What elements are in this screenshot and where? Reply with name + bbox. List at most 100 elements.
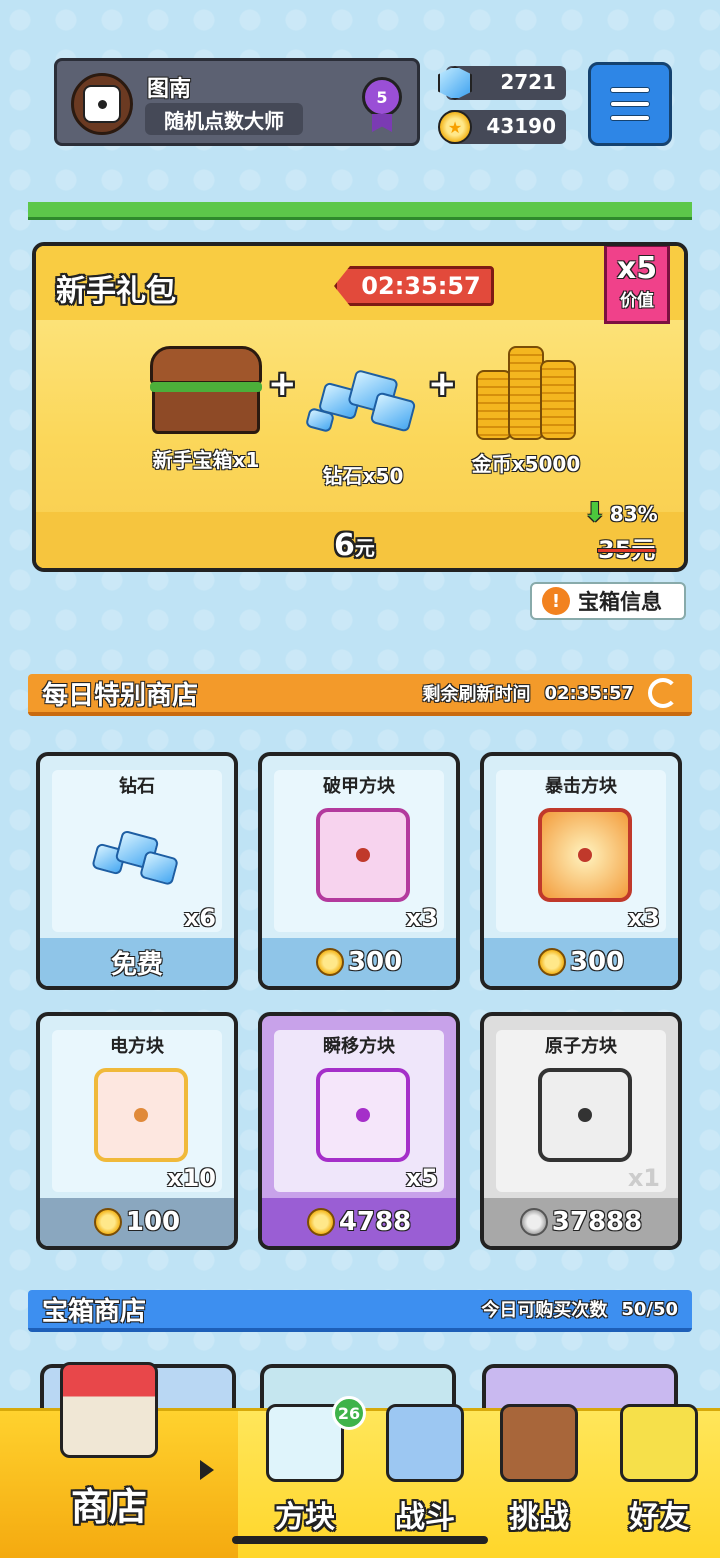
section-title: 宝箱商店 — [42, 1296, 147, 1327]
card-qty: x3 — [405, 904, 438, 932]
notification-badge: 26 — [332, 1396, 366, 1430]
pack-price[interactable]: 6元 — [334, 528, 375, 563]
shop-icon — [60, 1362, 158, 1458]
price-value: 6 — [334, 528, 355, 563]
chest-info-button[interactable]: ! 宝箱信息 — [530, 582, 686, 620]
value-badge: x5 价值 — [604, 246, 670, 324]
purchases-label: 今日可购买次数 — [481, 1300, 608, 1321]
player-avatar — [71, 73, 133, 135]
card-name: 原子方块 — [545, 1036, 617, 1057]
shop-card-electric[interactable]: 电方块 x10 100 — [36, 1012, 238, 1250]
card-qty: x1 — [627, 1164, 660, 1192]
pack-item-label: 新手宝箱x1 — [152, 448, 260, 472]
pack-timer: 02:35:57 — [334, 266, 494, 306]
value-label: 价值 — [620, 291, 654, 311]
nav-challenge[interactable]: 挑战 — [500, 1404, 578, 1536]
coin-icon — [306, 1208, 335, 1236]
card-name: 钻石 — [119, 776, 155, 797]
coin-icon — [537, 948, 566, 976]
card-name: 暴击方块 — [545, 776, 617, 797]
section-title: 每日特别商店 — [42, 680, 199, 711]
rank-badge: 5 — [362, 77, 402, 117]
card-name: 电方块 — [110, 1036, 164, 1057]
price-value: 100 — [125, 1207, 181, 1237]
shop-card-teleport[interactable]: 瞬移方块 x5 4788 — [258, 1012, 460, 1250]
card-price: 300 — [484, 938, 678, 986]
nav-battle[interactable]: 战斗 — [386, 1404, 464, 1536]
shop-card-gems[interactable]: 钻石 x6 免费 — [36, 752, 238, 990]
price-value: 300 — [569, 947, 625, 977]
pack-item-label: 钻石x50 — [322, 464, 404, 488]
pack-item-coins: 金币x5000 — [456, 340, 596, 477]
value-multiplier: x5 — [616, 251, 658, 286]
shop-card-atom[interactable]: 原子方块 x1 37888 — [480, 1012, 682, 1250]
arrow-down-icon: ⬇ — [584, 498, 606, 528]
coins-icon — [466, 340, 586, 444]
shop-card-armor-break[interactable]: 破甲方块 x3 300 — [258, 752, 460, 990]
menu-button[interactable] — [588, 62, 672, 146]
shop-card-critical[interactable]: 暴击方块 x3 300 — [480, 752, 682, 990]
pack-item-chest: 新手宝箱x1 — [136, 338, 276, 473]
card-price: 37888 — [484, 1198, 678, 1246]
discount-value: 83% — [609, 502, 658, 526]
teleport-block-icon — [316, 1068, 410, 1162]
price-value: 300 — [347, 947, 403, 977]
chest-info-label: 宝箱信息 — [578, 590, 662, 614]
card-price: 300 — [262, 938, 456, 986]
dice-icon — [83, 85, 121, 123]
nav-label: 商店 — [70, 1485, 147, 1529]
card-price: 100 — [40, 1198, 234, 1246]
nav-label: 方块 — [275, 1500, 335, 1535]
home-indicator[interactable] — [232, 1536, 488, 1544]
nav-blocks[interactable]: 方块 — [266, 1404, 344, 1536]
daily-shop-header: 每日特别商店 剩余刷新时间 02:35:57 — [28, 674, 692, 716]
old-price: 35元 — [598, 536, 656, 564]
challenge-icon — [500, 1404, 578, 1482]
refresh-label: 剩余刷新时间 — [422, 684, 531, 705]
chest-icon — [146, 338, 266, 438]
nav-shop[interactable]: 商店 — [60, 1362, 158, 1531]
pack-title: 新手礼包 — [56, 274, 176, 309]
banner-strip — [28, 202, 692, 220]
battle-icon — [386, 1404, 464, 1482]
nav-label: 好友 — [629, 1500, 689, 1535]
chevron-right-icon — [200, 1460, 214, 1480]
card-qty: x5 — [405, 1164, 438, 1192]
chest-shop-header: 宝箱商店 今日可购买次数 50/50 — [28, 1290, 692, 1332]
silver-coin-icon — [519, 1208, 548, 1236]
discount-label: ⬇ 83% — [584, 498, 658, 528]
critical-block-icon — [538, 808, 632, 902]
plus-icon: + — [268, 364, 297, 404]
atom-block-icon — [538, 1068, 632, 1162]
player-title: 随机点数大师 — [145, 103, 303, 135]
plus-icon: + — [428, 364, 457, 404]
coin-icon: ★ — [438, 110, 472, 144]
card-name: 破甲方块 — [323, 776, 395, 797]
price-value: 免费 — [110, 949, 163, 980]
starter-pack-card[interactable]: 新手礼包 02:35:57 x5 价值 新手宝箱x1 + 钻石x50 + 金币x… — [32, 242, 688, 572]
gems-icon — [303, 356, 423, 446]
purchases-value: 50/50 — [621, 1298, 678, 1320]
pack-item-gems: 钻石x50 — [298, 356, 428, 489]
friends-icon — [620, 1404, 698, 1482]
card-qty: x3 — [627, 904, 660, 932]
card-price: 免费 — [40, 938, 234, 986]
info-icon: ! — [542, 587, 570, 615]
armor-break-block-icon — [316, 808, 410, 902]
refresh-icon[interactable] — [648, 678, 678, 708]
nav-friends[interactable]: 好友 — [620, 1404, 698, 1536]
card-qty: x10 — [167, 1164, 216, 1192]
coin-icon — [315, 948, 344, 976]
card-qty: x6 — [183, 904, 216, 932]
coin-icon — [93, 1208, 122, 1236]
nav-label: 战斗 — [395, 1500, 455, 1535]
nav-label: 挑战 — [509, 1500, 569, 1535]
price-value: 37888 — [551, 1207, 643, 1237]
electric-block-icon — [94, 1068, 188, 1162]
price-value: 4788 — [338, 1207, 412, 1237]
gems-icon — [88, 826, 188, 896]
price-unit: 元 — [354, 536, 375, 560]
pack-item-label: 金币x5000 — [471, 452, 581, 476]
player-profile-panel[interactable]: 图南 随机点数大师 5 — [54, 58, 420, 146]
player-name: 图南 — [147, 77, 192, 102]
